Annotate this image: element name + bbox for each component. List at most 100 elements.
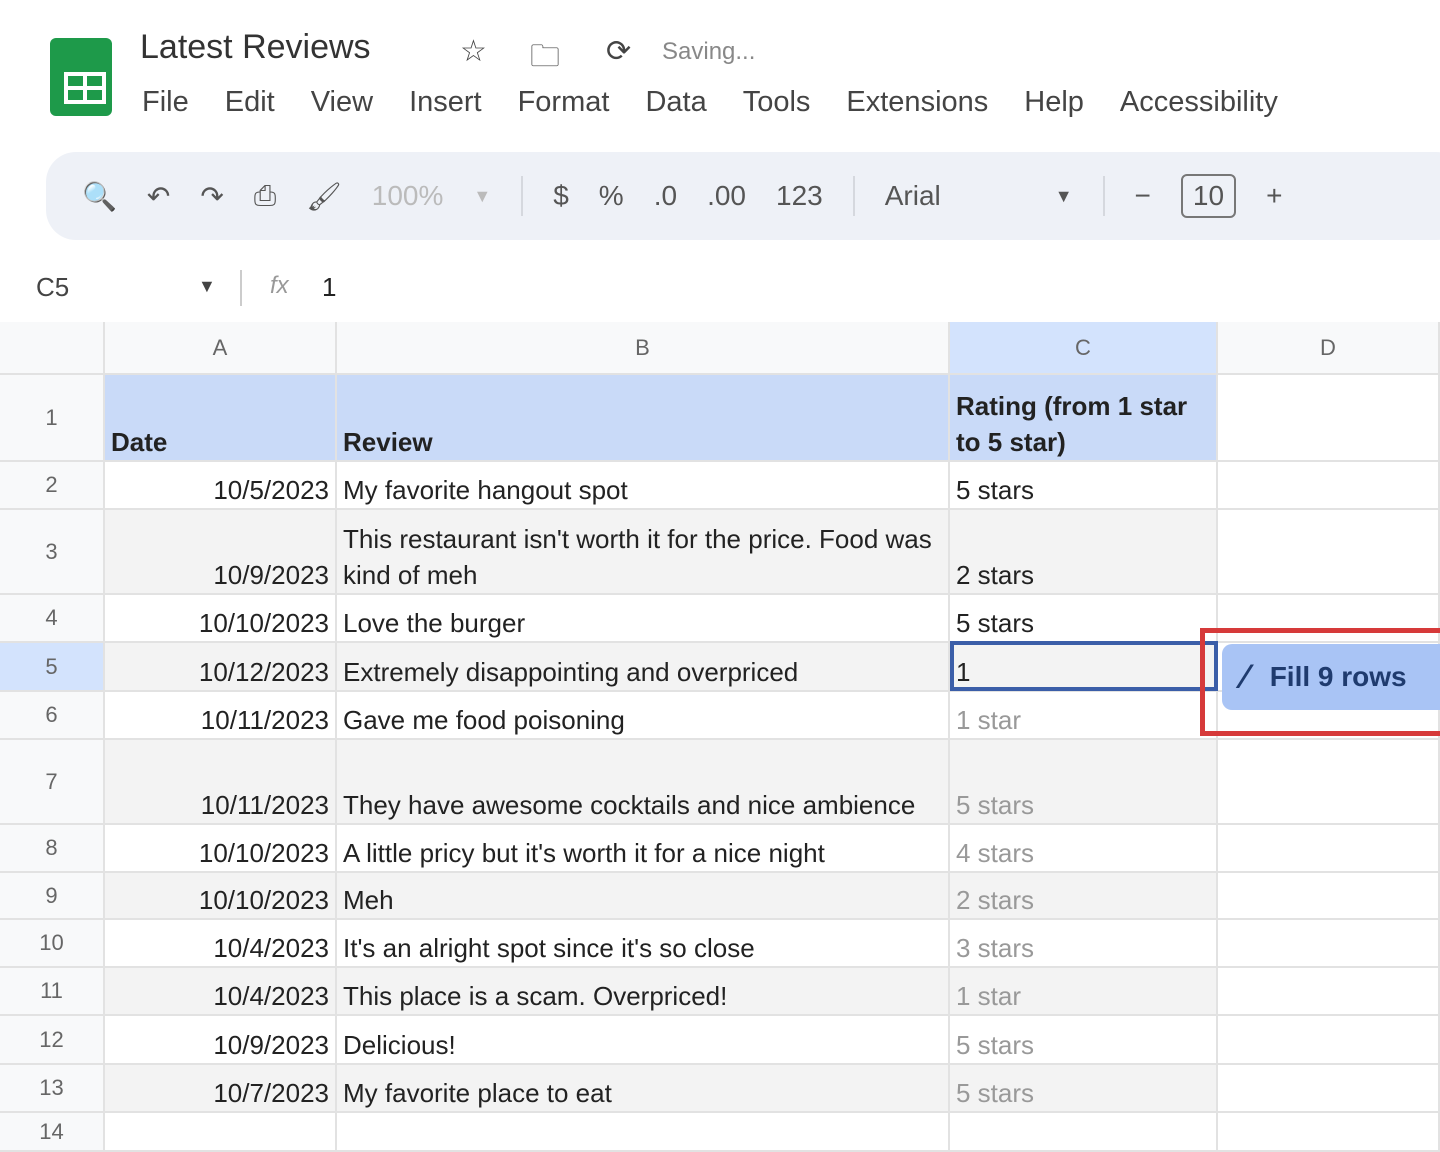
cell-rating[interactable]: 5 stars bbox=[950, 462, 1218, 510]
cell-d[interactable] bbox=[1218, 462, 1440, 510]
font-select[interactable]: Arial bbox=[885, 180, 1025, 212]
cell-d[interactable] bbox=[1218, 1065, 1440, 1113]
cell-d[interactable] bbox=[1218, 1016, 1440, 1065]
row-header[interactable]: 3 bbox=[0, 510, 105, 595]
currency-button[interactable]: $ bbox=[553, 180, 569, 212]
row-header[interactable]: 6 bbox=[0, 692, 105, 740]
redo-icon[interactable]: ↷ bbox=[200, 180, 223, 213]
cell-date[interactable]: 10/4/2023 bbox=[105, 968, 337, 1016]
star-icon[interactable]: ☆ bbox=[460, 34, 487, 69]
row-header[interactable]: 2 bbox=[0, 462, 105, 510]
cell-date[interactable]: 10/9/2023 bbox=[105, 510, 337, 595]
select-all-corner[interactable] bbox=[0, 322, 105, 375]
column-header-a[interactable]: A bbox=[105, 322, 337, 375]
cell-review[interactable]: This place is a scam. Overpriced! bbox=[337, 968, 950, 1016]
column-header-c[interactable]: C bbox=[950, 322, 1218, 375]
cell-rating[interactable]: 5 stars bbox=[950, 595, 1218, 643]
cell-date[interactable]: 10/10/2023 bbox=[105, 825, 337, 873]
cell-rating[interactable]: 2 stars bbox=[950, 510, 1218, 595]
cell-rating[interactable]: 1 star bbox=[950, 692, 1218, 740]
cell-review[interactable]: They have awesome cocktails and nice amb… bbox=[337, 740, 950, 825]
cell-date[interactable]: 10/4/2023 bbox=[105, 920, 337, 968]
menu-view[interactable]: View bbox=[311, 86, 373, 119]
cell-date[interactable]: 10/11/2023 bbox=[105, 692, 337, 740]
cell-date[interactable]: 10/9/2023 bbox=[105, 1016, 337, 1065]
chevron-down-icon[interactable]: ▼ bbox=[198, 276, 216, 297]
row-header[interactable]: 10 bbox=[0, 920, 105, 968]
header-cell-review[interactable]: Review bbox=[337, 375, 950, 462]
decrease-font-size-button[interactable]: − bbox=[1135, 180, 1151, 212]
header-cell-rating[interactable]: Rating (from 1 star to 5 star) bbox=[950, 375, 1218, 462]
menu-edit[interactable]: Edit bbox=[225, 86, 275, 119]
cell-d[interactable] bbox=[1218, 740, 1440, 825]
cell-review[interactable]: Love the burger bbox=[337, 595, 950, 643]
cell-review[interactable]: My favorite hangout spot bbox=[337, 462, 950, 510]
name-box[interactable]: C5 bbox=[36, 272, 69, 303]
column-header-d[interactable]: D bbox=[1218, 322, 1440, 375]
print-icon[interactable]: ⎙ bbox=[254, 180, 276, 213]
cell-review[interactable] bbox=[337, 1113, 950, 1152]
sheets-logo[interactable] bbox=[50, 38, 112, 116]
cell-review[interactable]: It's an alright spot since it's so close bbox=[337, 920, 950, 968]
cell-d[interactable] bbox=[1218, 968, 1440, 1016]
row-header[interactable]: 5 bbox=[0, 643, 105, 692]
row-header[interactable]: 8 bbox=[0, 825, 105, 873]
cell-rating[interactable] bbox=[950, 1113, 1218, 1152]
cell-rating[interactable]: 5 stars bbox=[950, 1016, 1218, 1065]
menu-data[interactable]: Data bbox=[645, 86, 706, 119]
cell-d[interactable] bbox=[1218, 375, 1440, 462]
column-header-b[interactable]: B bbox=[337, 322, 950, 375]
undo-icon[interactable]: ↶ bbox=[147, 180, 170, 213]
cell-rating[interactable]: 4 stars bbox=[950, 825, 1218, 873]
cell-rating[interactable]: 1 star bbox=[950, 968, 1218, 1016]
cell-date[interactable]: 10/10/2023 bbox=[105, 873, 337, 920]
menu-extensions[interactable]: Extensions bbox=[846, 86, 988, 119]
cell-review[interactable]: Extremely disappointing and overpriced bbox=[337, 643, 950, 692]
doc-title[interactable]: Latest Reviews bbox=[140, 28, 371, 67]
cell-d[interactable] bbox=[1218, 920, 1440, 968]
cell-review[interactable]: A little pricy but it's worth it for a n… bbox=[337, 825, 950, 873]
percent-button[interactable]: % bbox=[599, 180, 624, 212]
header-cell-date[interactable]: Date bbox=[105, 375, 337, 462]
row-header[interactable]: 12 bbox=[0, 1016, 105, 1065]
cell-review[interactable]: This restaurant isn't worth it for the p… bbox=[337, 510, 950, 595]
menu-format[interactable]: Format bbox=[518, 86, 610, 119]
row-header[interactable]: 7 bbox=[0, 740, 105, 825]
row-header[interactable]: 1 bbox=[0, 375, 105, 462]
cell-date[interactable]: 10/11/2023 bbox=[105, 740, 337, 825]
move-folder-icon[interactable]: 🗀 bbox=[530, 34, 560, 85]
menu-accessibility[interactable]: Accessibility bbox=[1120, 86, 1278, 119]
cell-review[interactable]: Delicious! bbox=[337, 1016, 950, 1065]
cell-date[interactable] bbox=[105, 1113, 337, 1152]
menu-insert[interactable]: Insert bbox=[409, 86, 482, 119]
decrease-decimal-button[interactable]: .0 bbox=[654, 180, 677, 212]
menu-file[interactable]: File bbox=[142, 86, 189, 119]
increase-font-size-button[interactable]: + bbox=[1266, 180, 1282, 212]
cell-review[interactable]: Meh bbox=[337, 873, 950, 920]
number-format-button[interactable]: 123 bbox=[776, 180, 823, 212]
row-header[interactable]: 11 bbox=[0, 968, 105, 1016]
cell-review[interactable]: My favorite place to eat bbox=[337, 1065, 950, 1113]
cell-d[interactable] bbox=[1218, 825, 1440, 873]
cell-date[interactable]: 10/7/2023 bbox=[105, 1065, 337, 1113]
row-header[interactable]: 13 bbox=[0, 1065, 105, 1113]
menu-help[interactable]: Help bbox=[1024, 86, 1084, 119]
increase-decimal-button[interactable]: .00 bbox=[707, 180, 746, 212]
smart-fill-button[interactable]: ⁄ Fill 9 rows bbox=[1222, 644, 1440, 710]
cell-d[interactable] bbox=[1218, 1113, 1440, 1152]
zoom-select[interactable]: 100% bbox=[372, 180, 444, 212]
cell-date[interactable]: 10/12/2023 bbox=[105, 643, 337, 692]
cell-date[interactable]: 10/5/2023 bbox=[105, 462, 337, 510]
row-header[interactable]: 9 bbox=[0, 873, 105, 920]
formula-input[interactable]: 1 bbox=[322, 272, 336, 303]
cell-rating[interactable]: 2 stars bbox=[950, 873, 1218, 920]
cell-d[interactable] bbox=[1218, 873, 1440, 920]
cell-rating[interactable]: 5 stars bbox=[950, 1065, 1218, 1113]
row-header[interactable]: 4 bbox=[0, 595, 105, 643]
menu-tools[interactable]: Tools bbox=[743, 86, 811, 119]
cell-d[interactable] bbox=[1218, 510, 1440, 595]
cell-date[interactable]: 10/10/2023 bbox=[105, 595, 337, 643]
row-header[interactable]: 14 bbox=[0, 1113, 105, 1152]
cell-rating[interactable]: 5 stars bbox=[950, 740, 1218, 825]
paint-format-icon[interactable]: 🖌 bbox=[306, 180, 342, 213]
